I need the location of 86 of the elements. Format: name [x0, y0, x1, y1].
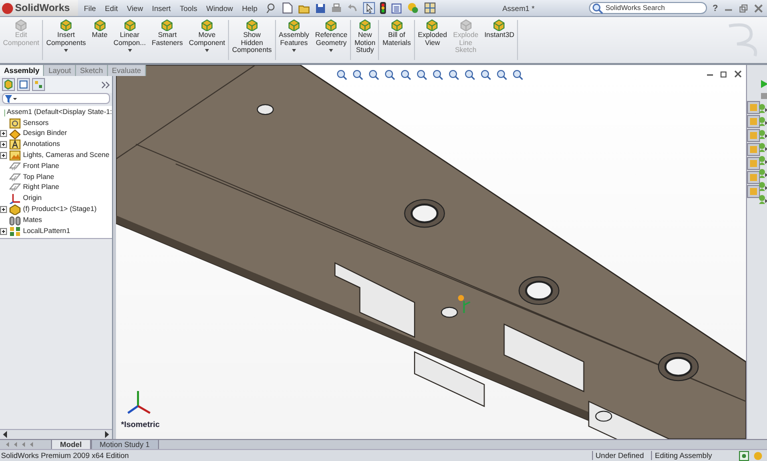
view-tool-icon[interactable] — [416, 69, 427, 80]
cube-icon — [14, 19, 28, 31]
close-icon[interactable] — [754, 4, 763, 12]
printer-icon[interactable] — [331, 2, 342, 14]
horizontal-scrollbar[interactable] — [0, 429, 112, 439]
help-icon[interactable] — [739, 450, 749, 460]
save-icon[interactable] — [315, 2, 326, 14]
pin-icon[interactable] — [266, 3, 276, 13]
gears-icon[interactable] — [407, 2, 420, 14]
folder-icon[interactable] — [298, 2, 310, 14]
diamond-icon — [9, 128, 21, 140]
lights-icon — [9, 150, 21, 162]
part-icon — [9, 204, 21, 216]
app-logo[interactable]: SolidWorks — [0, 0, 78, 16]
view-tool-icon[interactable] — [384, 69, 395, 80]
configuration-icon[interactable] — [32, 78, 45, 91]
list-icon[interactable] — [391, 2, 402, 14]
tree-icon[interactable] — [2, 78, 15, 91]
restore-icon[interactable] — [720, 70, 728, 78]
filter-field[interactable] — [2, 93, 110, 104]
logo-text: SolidWorks — [15, 2, 70, 14]
new-document-icon[interactable] — [282, 2, 294, 14]
plane-icon — [9, 172, 21, 183]
restore-icon[interactable] — [739, 4, 748, 12]
grid-icon[interactable] — [424, 2, 436, 14]
expand-icon[interactable] — [0, 141, 7, 148]
expand-icon[interactable] — [0, 152, 7, 160]
cube-icon — [425, 19, 440, 31]
cube-icon — [92, 19, 107, 31]
origin-icon — [9, 193, 21, 204]
view-tool-icon[interactable] — [480, 69, 491, 80]
round-hole — [256, 104, 274, 115]
sensor-icon — [9, 118, 21, 129]
plate-cutout — [414, 351, 485, 408]
view-tool-icon[interactable] — [464, 69, 475, 80]
view-tool-icon[interactable] — [400, 69, 411, 80]
logo-icon — [2, 2, 13, 14]
macro-icon[interactable] — [758, 181, 767, 192]
expand-icon[interactable] — [0, 228, 7, 235]
cube-icon — [324, 19, 338, 31]
properties-icon[interactable] — [17, 78, 30, 91]
expand-icon[interactable] — [0, 130, 7, 138]
plane-icon — [9, 160, 21, 172]
chevron-icon[interactable] — [101, 80, 110, 88]
cube-icon — [59, 19, 74, 31]
cube-icon — [122, 19, 137, 31]
cube-icon — [458, 19, 473, 31]
filter-icon — [5, 94, 17, 102]
macro-icon[interactable] — [758, 116, 767, 127]
ring-hole — [518, 276, 560, 305]
cube-icon — [358, 19, 372, 31]
cube-icon — [286, 19, 301, 31]
expand-icon[interactable] — [0, 206, 7, 214]
mate-marker-icon — [456, 293, 472, 315]
view-tool-icon[interactable] — [432, 69, 443, 80]
round-hole — [595, 410, 612, 422]
cube-icon — [200, 19, 214, 31]
close-icon[interactable] — [734, 70, 742, 78]
view-tool-icon[interactable] — [368, 69, 379, 80]
round-hole — [440, 306, 458, 318]
macro-icon[interactable] — [758, 103, 767, 114]
ring-hole — [404, 199, 445, 228]
macro-icon[interactable] — [758, 194, 767, 205]
help-button[interactable]: ? — [712, 3, 718, 13]
cube-icon — [492, 19, 506, 31]
cube-icon — [160, 19, 174, 31]
cube-icon — [244, 19, 259, 31]
scroll-left-icon[interactable] — [2, 431, 8, 438]
view-tool-icon[interactable] — [496, 69, 507, 80]
traffic-light-icon[interactable] — [380, 2, 386, 14]
macro-icon[interactable] — [758, 142, 767, 153]
plane-icon — [9, 182, 21, 194]
macro-icon[interactable] — [758, 168, 767, 179]
mates-icon — [9, 214, 21, 226]
macro-icon[interactable] — [758, 155, 767, 166]
view-tool-icon[interactable] — [336, 69, 347, 80]
ring-hole — [658, 352, 699, 382]
cube-icon — [390, 19, 404, 31]
view-orientation-label: *Isometric — [121, 420, 160, 429]
scroll-right-icon[interactable] — [104, 431, 110, 438]
view-tool-icon[interactable] — [448, 69, 459, 80]
annotation-icon — [9, 139, 21, 150]
view-tool-icon[interactable] — [352, 69, 363, 80]
pattern-icon — [9, 226, 21, 237]
macro-icon[interactable] — [758, 129, 767, 140]
view-tool-icon[interactable] — [512, 69, 523, 80]
